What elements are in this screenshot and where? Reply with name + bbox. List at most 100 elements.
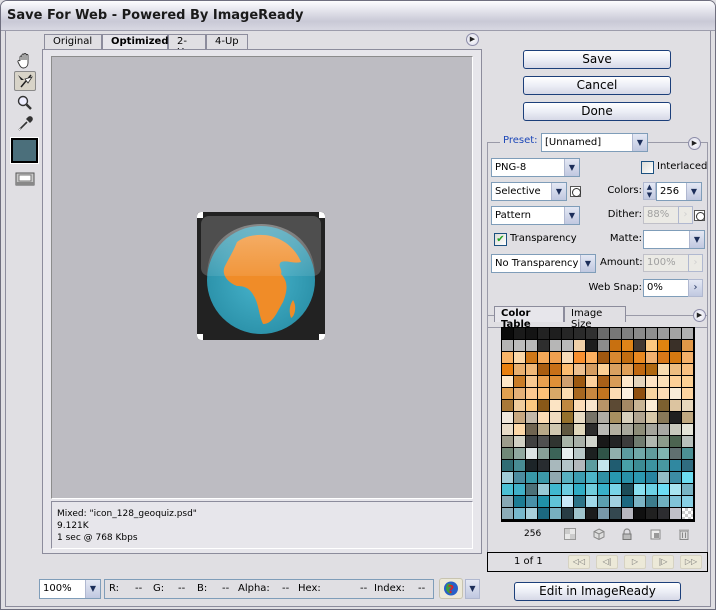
color-swatch[interactable] <box>658 448 669 459</box>
color-swatch[interactable] <box>634 340 645 351</box>
color-swatch[interactable] <box>682 352 693 363</box>
color-swatch[interactable] <box>634 376 645 387</box>
color-swatch[interactable] <box>562 352 573 363</box>
color-swatch[interactable] <box>502 412 513 423</box>
color-swatch[interactable] <box>670 364 681 375</box>
color-swatch[interactable] <box>538 376 549 387</box>
color-swatch[interactable] <box>586 508 597 519</box>
color-swatch[interactable] <box>622 388 633 399</box>
color-swatch[interactable] <box>538 472 549 483</box>
color-swatch[interactable] <box>562 436 573 447</box>
color-swatch[interactable] <box>526 412 537 423</box>
toggle-slices-visibility[interactable] <box>14 169 36 189</box>
color-swatch[interactable] <box>526 364 537 375</box>
color-swatch[interactable] <box>538 508 549 519</box>
color-swatch[interactable] <box>574 328 585 339</box>
color-swatch[interactable] <box>622 460 633 471</box>
color-swatch[interactable] <box>574 388 585 399</box>
color-swatch[interactable] <box>550 352 561 363</box>
color-swatch[interactable] <box>682 388 693 399</box>
color-swatch[interactable] <box>646 460 657 471</box>
color-swatch[interactable] <box>634 388 645 399</box>
color-swatch[interactable] <box>502 388 513 399</box>
web-snap-field[interactable]: 0% <box>643 279 689 297</box>
color-swatch[interactable] <box>502 424 513 435</box>
color-swatch[interactable] <box>514 448 525 459</box>
color-swatch[interactable] <box>502 436 513 447</box>
color-swatch[interactable] <box>598 376 609 387</box>
color-swatch[interactable] <box>574 424 585 435</box>
color-swatch[interactable] <box>550 340 561 351</box>
color-swatch[interactable] <box>538 400 549 411</box>
color-swatch[interactable] <box>634 508 645 519</box>
color-swatch[interactable] <box>586 436 597 447</box>
color-swatch[interactable] <box>586 472 597 483</box>
color-swatch[interactable] <box>622 472 633 483</box>
matte-select[interactable]: ▼ <box>643 230 705 249</box>
color-swatch[interactable] <box>610 436 621 447</box>
color-swatch[interactable] <box>598 484 609 495</box>
browser-select-dropdown[interactable]: ▼ <box>465 579 480 599</box>
color-swatch[interactable] <box>526 376 537 387</box>
color-table-menu-button[interactable]: ▶ <box>693 309 706 322</box>
color-swatch[interactable] <box>682 328 693 339</box>
color-swatch[interactable] <box>610 460 621 471</box>
color-swatch[interactable] <box>646 388 657 399</box>
play-button[interactable]: ▷ <box>624 555 646 569</box>
color-swatch[interactable] <box>538 496 549 507</box>
color-swatch[interactable] <box>658 376 669 387</box>
next-frame-button[interactable]: |▷ <box>652 555 674 569</box>
color-swatch[interactable] <box>586 340 597 351</box>
color-swatch[interactable] <box>622 352 633 363</box>
color-swatch[interactable] <box>658 496 669 507</box>
color-swatch[interactable] <box>562 472 573 483</box>
color-swatch[interactable] <box>622 424 633 435</box>
lock-icon[interactable] <box>621 528 633 543</box>
color-swatch[interactable] <box>610 412 621 423</box>
color-swatch[interactable] <box>514 436 525 447</box>
color-swatch[interactable] <box>526 424 537 435</box>
color-swatch[interactable] <box>574 400 585 411</box>
color-swatch[interactable] <box>550 364 561 375</box>
color-swatch[interactable] <box>622 328 633 339</box>
color-swatch[interactable] <box>682 412 693 423</box>
color-swatch[interactable] <box>598 340 609 351</box>
eyedropper-tool[interactable] <box>14 114 36 134</box>
color-swatch[interactable] <box>502 484 513 495</box>
color-swatch[interactable] <box>550 412 561 423</box>
color-swatch[interactable] <box>682 460 693 471</box>
color-swatch[interactable] <box>562 364 573 375</box>
color-swatch[interactable] <box>502 352 513 363</box>
color-swatch[interactable] <box>598 424 609 435</box>
color-swatch[interactable] <box>658 340 669 351</box>
preview-menu-button[interactable]: ▶ <box>466 33 479 46</box>
color-swatch[interactable] <box>670 376 681 387</box>
tab-optimized[interactable]: Optimized <box>102 34 168 50</box>
color-swatch[interactable] <box>514 388 525 399</box>
color-swatch[interactable] <box>634 328 645 339</box>
color-swatch[interactable] <box>586 484 597 495</box>
color-swatch[interactable] <box>526 328 537 339</box>
color-swatch[interactable] <box>622 376 633 387</box>
color-swatch[interactable] <box>646 436 657 447</box>
color-swatch[interactable] <box>574 508 585 519</box>
color-swatch[interactable] <box>586 388 597 399</box>
save-button[interactable]: Save <box>523 50 671 69</box>
color-swatch[interactable] <box>550 436 561 447</box>
tab-original[interactable]: Original <box>44 34 102 49</box>
color-swatch[interactable] <box>502 496 513 507</box>
color-swatch[interactable] <box>550 376 561 387</box>
color-swatch[interactable] <box>514 352 525 363</box>
preview-in-browser-button[interactable]: ? <box>439 578 463 599</box>
color-swatch[interactable] <box>670 424 681 435</box>
color-swatch[interactable] <box>682 472 693 483</box>
color-swatch[interactable] <box>586 328 597 339</box>
color-swatch[interactable] <box>646 424 657 435</box>
color-swatch[interactable] <box>538 328 549 339</box>
color-swatch[interactable] <box>502 460 513 471</box>
color-swatch[interactable] <box>574 472 585 483</box>
color-swatch[interactable] <box>622 484 633 495</box>
color-swatch[interactable] <box>610 400 621 411</box>
color-swatch[interactable] <box>562 340 573 351</box>
color-swatch[interactable] <box>622 364 633 375</box>
